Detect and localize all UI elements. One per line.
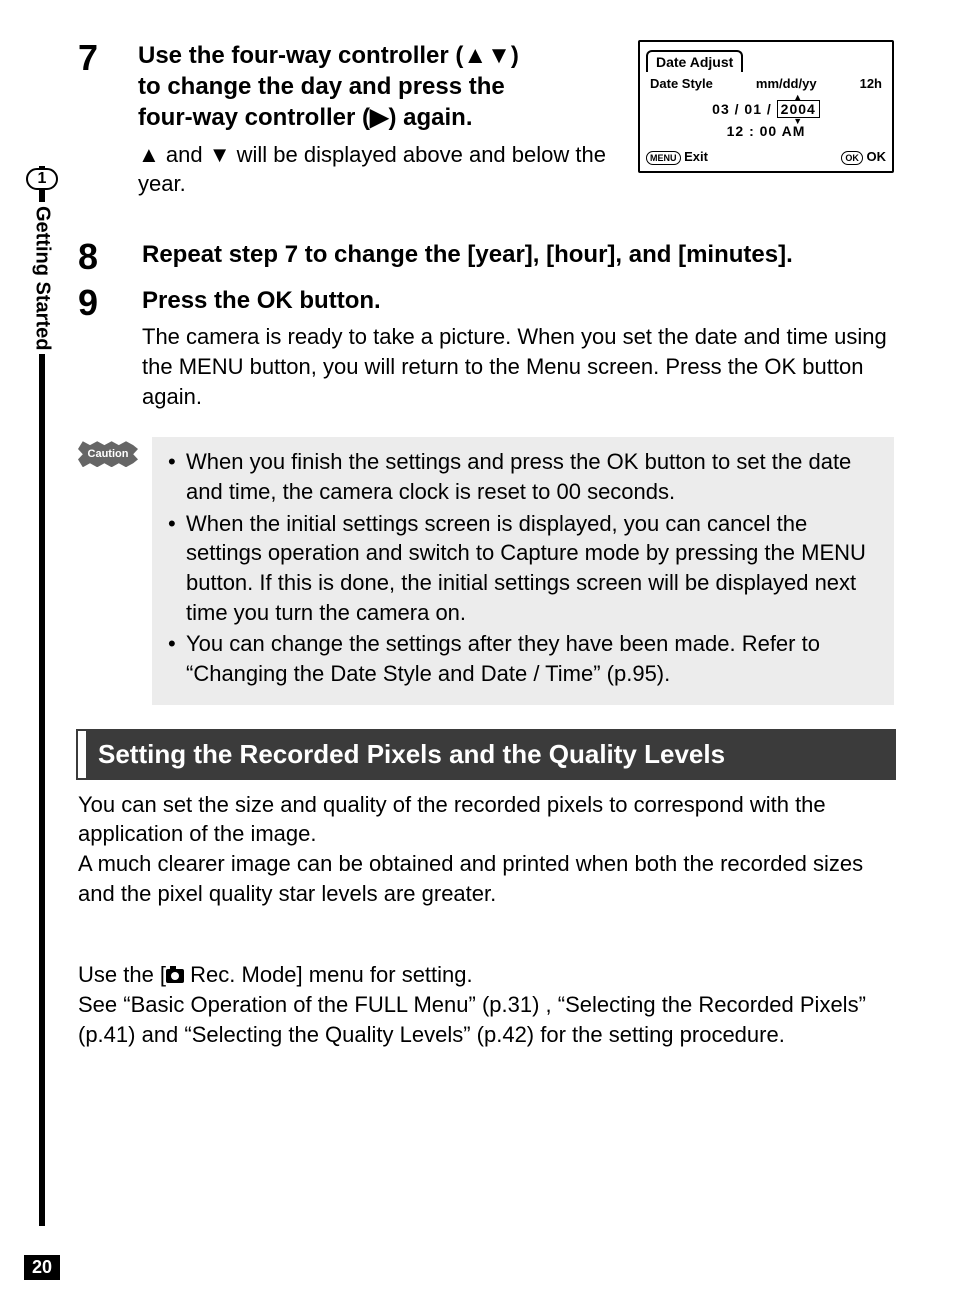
step-9: 9 Press the OK button. The camera is rea… — [78, 285, 894, 411]
page-number: 20 — [24, 1255, 60, 1280]
section-heading: Setting the Recorded Pixels and the Qual… — [78, 731, 894, 778]
caution-block: Caution When you finish the settings and… — [78, 437, 894, 705]
step-number: 8 — [78, 239, 120, 275]
chapter-rail: 1 Getting Started — [24, 166, 60, 354]
screen-time-row: 12 : 00 AM — [646, 123, 886, 139]
step-7-heading-line2: to change the day and press the — [138, 71, 620, 102]
screen-date-row: 03 / 01 / ▲ 2004 ▼ — [646, 101, 886, 117]
step-7-heading: Use the four-way controller (▲▼) to chan… — [138, 40, 620, 134]
screen-footer: MENU Exit OK OK — [646, 149, 886, 165]
section-paragraph-2: Use the [ Rec. Mode] menu for setting. S… — [78, 930, 894, 1049]
content-area: 7 Use the four-way controller (▲▼) to ch… — [78, 40, 894, 411]
caution-item: When the initial settings screen is disp… — [168, 509, 878, 628]
date-dd: 01 — [744, 101, 762, 117]
step-9-heading: Press the OK button. — [142, 285, 894, 316]
menu-pill-icon: MENU — [646, 151, 681, 165]
date-sep: / — [767, 101, 772, 117]
date-mm: 03 — [712, 101, 730, 117]
step-9-text: The camera is ready to take a picture. W… — [142, 322, 894, 411]
caution-badge-icon: Caution — [78, 441, 138, 467]
date-style-label: Date Style — [650, 76, 713, 91]
chapter-label: Getting Started — [31, 202, 54, 354]
step-8-heading: Repeat step 7 to change the [year], [hou… — [142, 239, 894, 270]
screen-title: Date Adjust — [646, 50, 743, 72]
ok-label: OK — [867, 149, 887, 164]
para2-pre: Use the [ — [78, 962, 166, 987]
caution-item: You can change the settings after they h… — [168, 629, 878, 688]
date-yy: 2004 — [781, 101, 816, 117]
hour-mode: 12h — [860, 76, 882, 91]
step-7-heading-line3: four-way controller (▶) again. — [138, 102, 620, 133]
chapter-number-badge: 1 — [26, 168, 58, 190]
screen-ok: OK OK — [841, 149, 886, 165]
camera-screen-diagram: Date Adjust Date Style mm/dd/yy 12h 03 /… — [638, 40, 894, 173]
step-7: 7 Use the four-way controller (▲▼) to ch… — [78, 40, 894, 199]
step-number: 9 — [78, 285, 120, 411]
camera-icon — [166, 969, 184, 983]
step-7-heading-line1: Use the four-way controller (▲▼) — [138, 40, 620, 71]
caution-list: When you finish the settings and press t… — [152, 437, 894, 705]
exit-label: Exit — [684, 149, 708, 164]
triangle-up-icon: ▲ — [793, 92, 803, 102]
triangle-down-icon: ▼ — [793, 116, 803, 126]
caution-item: When you finish the settings and press t… — [168, 447, 878, 506]
step-number: 7 — [78, 40, 120, 76]
screen-date-style-row: Date Style mm/dd/yy 12h — [646, 76, 886, 95]
step-8: 8 Repeat step 7 to change the [year], [h… — [78, 239, 894, 275]
section-paragraph-1: You can set the size and quality of the … — [78, 790, 894, 909]
para2-post: Rec. Mode] menu for setting. See “Basic … — [78, 962, 866, 1046]
date-sep: / — [735, 101, 740, 117]
date-style-value: mm/dd/yy — [756, 76, 817, 91]
step-7-text: ▲ and ▼ will be displayed above and belo… — [138, 140, 620, 199]
step-7-body: Use the four-way controller (▲▼) to chan… — [138, 40, 620, 199]
manual-page: 1 Getting Started 7 Use the four-way con… — [0, 0, 954, 1314]
screen-exit: MENU Exit — [646, 149, 708, 165]
date-year-selected: ▲ 2004 ▼ — [777, 100, 820, 118]
section-heading-text: Setting the Recorded Pixels and the Qual… — [98, 739, 725, 769]
ok-pill-icon: OK — [841, 151, 863, 165]
